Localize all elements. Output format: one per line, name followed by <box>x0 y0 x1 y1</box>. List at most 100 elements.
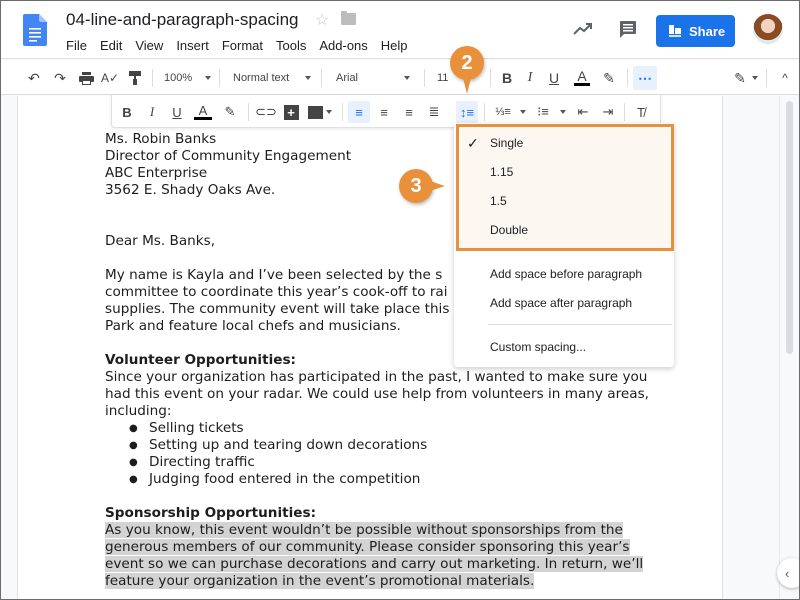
list-item: ● Setting up and tearing down decorations <box>129 437 675 454</box>
main-toolbar: ↶ ↷ A✓ 100% Normal text Arial 11 B I U A… <box>1 60 799 95</box>
vertical-scrollbar[interactable] <box>779 96 799 599</box>
side-panel-toggle-button[interactable]: ‹ <box>777 558 799 588</box>
checkmark-icon: ✓ <box>467 135 479 151</box>
share-lock-icon <box>669 25 681 37</box>
redo-icon[interactable]: ↷ <box>51 69 69 87</box>
italic-icon[interactable]: I <box>521 69 539 87</box>
font-size-select[interactable]: 11 <box>437 60 448 95</box>
docs-logo-icon[interactable] <box>23 14 47 46</box>
toolbar-divider <box>342 103 343 121</box>
italic-icon[interactable]: I <box>141 101 163 123</box>
paint-format-icon[interactable] <box>126 69 144 87</box>
bullet-icon: ● <box>129 440 138 451</box>
menu-help[interactable]: Help <box>381 38 408 53</box>
star-icon[interactable]: ☆ <box>315 10 329 30</box>
underline-icon[interactable]: U <box>166 101 188 123</box>
toolbar-divider <box>484 103 485 121</box>
menu-view[interactable]: View <box>135 38 163 53</box>
scrollbar-thumb[interactable] <box>786 101 793 354</box>
menu-addons[interactable]: Add-ons <box>319 38 367 53</box>
add-space-before-option[interactable]: Add space before paragraph <box>490 267 642 281</box>
underline-icon[interactable]: U <box>545 69 563 87</box>
justify-icon[interactable]: ≣ <box>423 101 445 123</box>
menu-edit[interactable]: Edit <box>100 38 122 53</box>
activity-trend-icon[interactable] <box>573 21 593 37</box>
comment-icon[interactable] <box>619 20 637 38</box>
print-icon[interactable] <box>77 69 95 87</box>
toolbar-divider <box>152 69 153 87</box>
style-value: Normal text <box>233 71 290 84</box>
spacing-option-1-15[interactable]: 1.15 <box>490 165 513 179</box>
font-value: Arial <box>336 71 359 84</box>
spacing-option-double[interactable]: Double <box>490 223 528 237</box>
editing-mode-pencil-icon[interactable]: ✎ <box>731 69 749 87</box>
font-size-value: 11 <box>437 71 449 84</box>
style-select[interactable]: Normal text <box>233 60 312 95</box>
clear-formatting-icon[interactable]: T̸ <box>630 101 652 123</box>
folder-icon[interactable] <box>341 11 356 25</box>
font-select[interactable]: Arial <box>336 60 411 95</box>
align-left-icon[interactable]: ≡ <box>348 101 370 123</box>
menu-tools[interactable]: Tools <box>276 38 306 53</box>
menu-insert[interactable]: Insert <box>176 38 209 53</box>
spacing-options-highlight <box>456 124 674 251</box>
more-options-icon[interactable]: ⋯ <box>633 66 657 90</box>
toolbar-divider <box>627 69 628 87</box>
bulleted-list-icon[interactable]: ⁝≡ <box>532 101 554 123</box>
zoom-select[interactable]: 100% <box>164 60 212 95</box>
document-title[interactable]: 04-line-and-paragraph-spacing <box>66 10 298 30</box>
increase-indent-icon[interactable]: ⇥ <box>597 101 619 123</box>
menu-format[interactable]: Format <box>222 38 263 53</box>
undo-icon[interactable]: ↶ <box>25 69 43 87</box>
selected-text-line: As you know, this event wouldn’t be poss… <box>105 522 623 538</box>
zoom-value: 100% <box>164 71 193 84</box>
share-label: Share <box>689 23 726 39</box>
list-item: ● Directing traffic <box>129 454 675 471</box>
chevron-down-icon <box>305 75 312 80</box>
spacing-option-1-5[interactable]: 1.5 <box>490 194 507 208</box>
text-color-icon[interactable]: A <box>192 101 214 123</box>
selected-text-line: feature your organization in the event’s… <box>105 573 535 589</box>
align-center-icon[interactable]: ≡ <box>373 101 395 123</box>
list-item: ● Selling tickets <box>129 420 675 437</box>
volunteer-text-line: including: <box>105 403 172 419</box>
list-item: ● Judging food entered in the competition <box>129 471 675 488</box>
header: 04-line-and-paragraph-spacing ☆ File Edi… <box>1 1 799 59</box>
add-space-after-option[interactable]: Add space after paragraph <box>490 296 632 310</box>
toolbar-divider <box>219 69 220 87</box>
bullet-icon: ● <box>129 457 138 468</box>
decrease-indent-icon[interactable]: ⇤ <box>572 101 594 123</box>
bold-icon[interactable]: B <box>116 101 138 123</box>
chevron-left-icon: ‹ <box>785 565 790 581</box>
list-item-text: Judging food entered in the competition <box>149 471 421 487</box>
align-right-icon[interactable]: ≡ <box>398 101 420 123</box>
spacing-option-single[interactable]: Single <box>490 136 523 150</box>
collapse-toolbar-icon[interactable]: ^ <box>776 69 794 87</box>
numbered-list-icon[interactable]: ⅓≡ <box>492 101 514 123</box>
menu-file[interactable]: File <box>66 38 87 53</box>
menu-bar: File Edit View Insert Format Tools Add-o… <box>66 38 421 53</box>
menu-divider <box>488 324 672 325</box>
chevron-down-icon <box>205 75 212 80</box>
share-button[interactable]: Share <box>656 15 735 47</box>
text-color-icon[interactable]: A <box>573 69 591 87</box>
highlight-pen-icon[interactable]: ✎ <box>600 69 618 87</box>
custom-spacing-option[interactable]: Custom spacing... <box>490 340 586 354</box>
insert-image-icon[interactable] <box>306 101 334 123</box>
add-comment-icon[interactable]: + <box>280 101 302 123</box>
spellcheck-icon[interactable]: A✓ <box>101 69 119 87</box>
volunteer-list: ● Selling tickets ● Setting up and tearing… <box>105 420 675 488</box>
chevron-down-icon[interactable] <box>752 76 758 80</box>
step-callout-3: 3 <box>399 169 445 203</box>
link-icon[interactable]: ⊂⊃ <box>255 101 277 123</box>
toolbar-divider <box>490 69 491 87</box>
bold-icon[interactable]: B <box>498 69 516 87</box>
user-avatar[interactable] <box>753 14 783 44</box>
selected-text-line: event so we can purchase decorations and… <box>105 556 644 572</box>
sponsor-heading: Sponsorship Opportunities: <box>105 505 317 521</box>
chevron-down-icon[interactable] <box>520 110 526 114</box>
line-spacing-icon[interactable]: ↕≡ <box>456 101 478 123</box>
highlight-pen-icon[interactable]: ✎ <box>219 101 241 123</box>
chevron-down-icon[interactable] <box>560 110 566 114</box>
volunteer-text-line: Since your organization has participated… <box>105 369 648 385</box>
